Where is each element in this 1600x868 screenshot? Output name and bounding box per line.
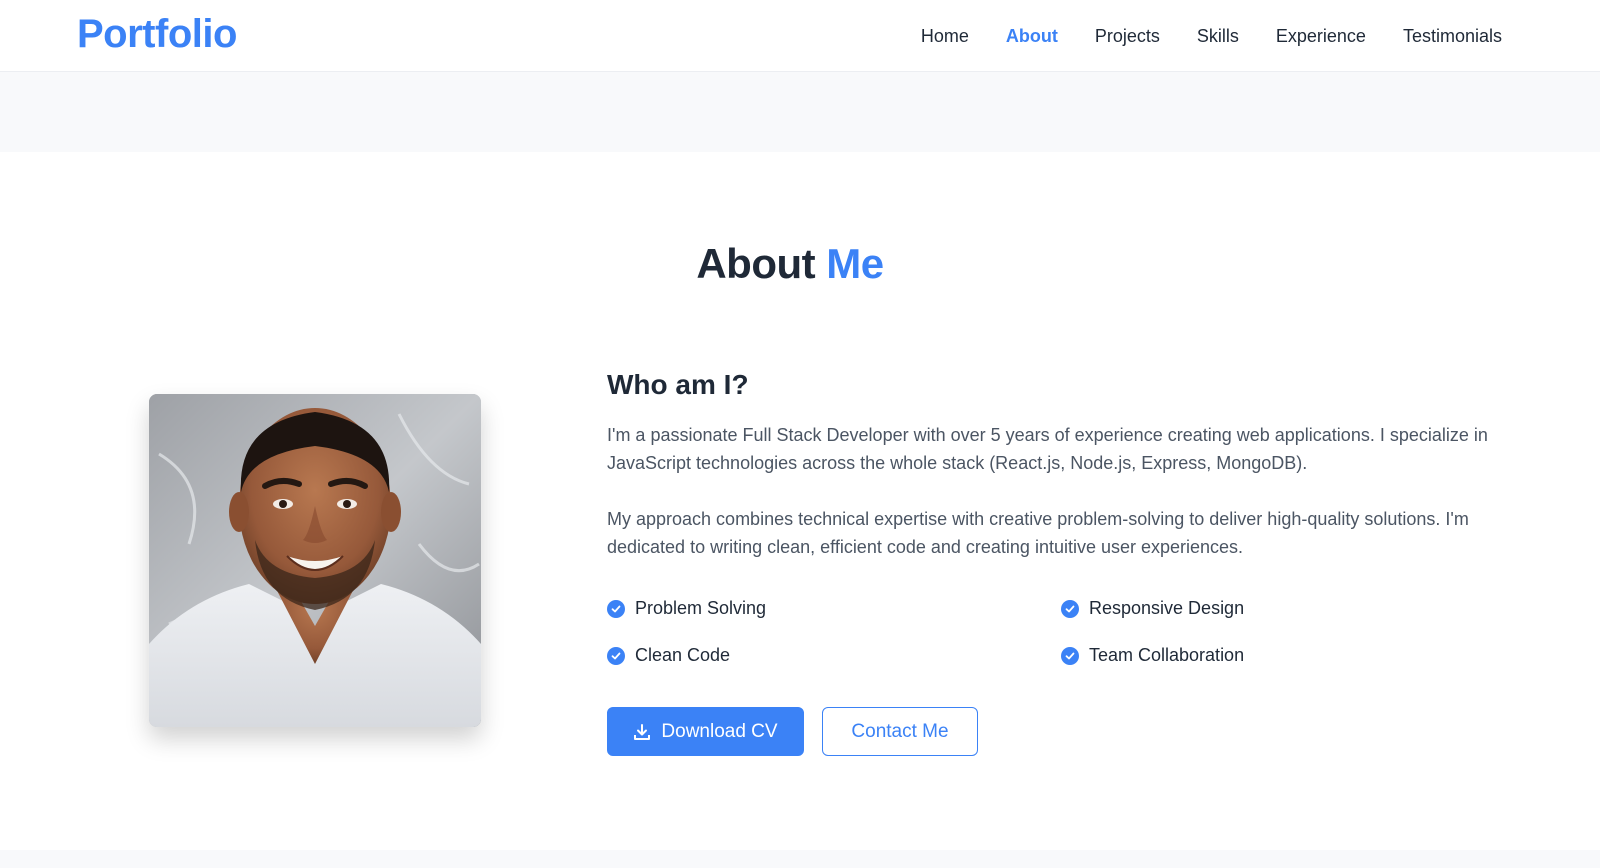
download-cv-label: Download CV <box>661 720 778 742</box>
bio-paragraph-2: My approach combines technical expertise… <box>607 509 1469 557</box>
skill-item: Responsive Design <box>1061 598 1244 619</box>
contact-me-label: Contact Me <box>851 720 949 742</box>
skill-label: Team Collaboration <box>1089 645 1245 665</box>
nav-link-testimonials[interactable]: Testimonials <box>1403 26 1502 47</box>
section-title-main: About <box>696 240 816 287</box>
nav-link-home[interactable]: Home <box>921 26 969 47</box>
bio-paragraph-1: I'm a passionate Full Stack Developer wi… <box>607 425 1488 473</box>
check-circle-icon <box>1061 599 1079 618</box>
contact-me-button[interactable]: Contact Me <box>822 707 978 756</box>
nav-link-skills[interactable]: Skills <box>1197 26 1239 47</box>
nav-link-about[interactable]: About <box>1006 26 1058 47</box>
profile-photo-image <box>149 394 481 727</box>
nav-link-projects[interactable]: Projects <box>1095 26 1160 47</box>
who-am-i-heading: Who am I? <box>607 369 749 400</box>
profile-photo <box>149 394 481 727</box>
skill-label: Clean Code <box>635 645 731 665</box>
check-circle-icon <box>607 599 625 618</box>
bottom-band <box>0 850 1600 868</box>
download-cv-button[interactable]: Download CV <box>607 707 804 756</box>
logo[interactable]: Portfolio <box>77 12 237 57</box>
section-title: About Me <box>0 240 1580 288</box>
nav-links: Home About Projects Skills Experience Te… <box>921 0 1502 72</box>
skill-label: Problem Solving <box>635 598 767 618</box>
top-band <box>0 72 1600 152</box>
download-icon <box>633 723 651 741</box>
skill-item: Clean Code <box>607 645 730 666</box>
skill-item: Problem Solving <box>607 598 766 619</box>
navbar: Portfolio Home About Projects Skills Exp… <box>0 0 1600 72</box>
skill-item: Team Collaboration <box>1061 645 1244 666</box>
nav-link-experience[interactable]: Experience <box>1276 26 1366 47</box>
check-circle-icon <box>607 646 625 665</box>
check-circle-icon <box>1061 646 1079 665</box>
section-title-accent: Me <box>826 240 884 287</box>
skill-label: Responsive Design <box>1089 598 1245 618</box>
